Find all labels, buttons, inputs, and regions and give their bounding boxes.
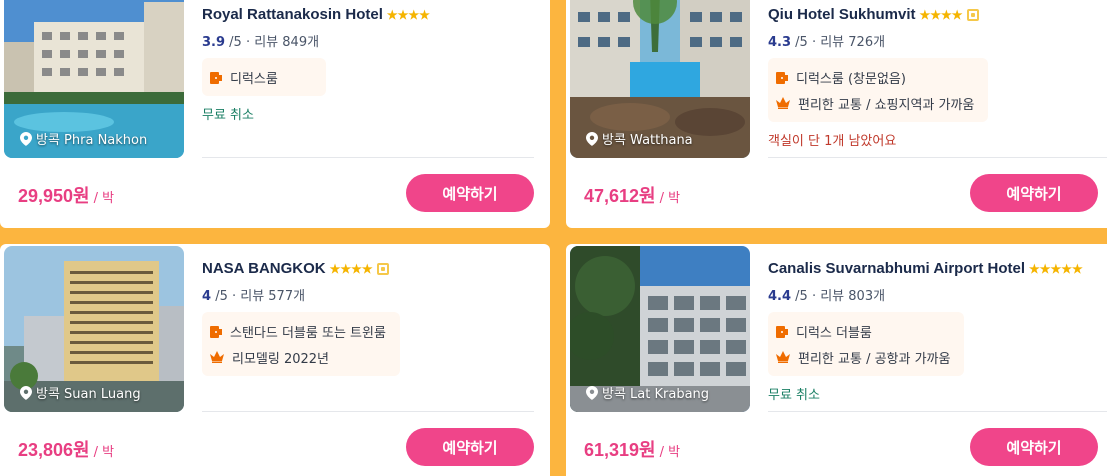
feature-item: 디럭스룸	[210, 64, 278, 90]
book-button[interactable]: 예약하기	[406, 174, 534, 212]
feature-list: 디럭스룸	[202, 58, 326, 96]
hotel-card-royal-rattanakosin[interactable]: 방콕 Phra Nakhon Royal Rattanakosin Hotel …	[0, 0, 550, 228]
feature-text: 디럭스룸 (창문없음)	[796, 71, 906, 87]
feature-item: 편리한 교통 / 쇼핑지역과 가까움	[776, 90, 974, 116]
certified-badge-icon	[376, 262, 389, 275]
feature-text: 디럭스 더블룸	[796, 325, 872, 341]
star-rating-icon: ★★★★	[919, 7, 963, 22]
review-rating: 4.3 /5 · 리뷰 726개	[768, 31, 988, 50]
hotel-card-qiu-hotel[interactable]: 방콕 Watthana Qiu Hotel Sukhumvit ★★★★ 4.3…	[566, 0, 1107, 228]
location-text: 방콕 Lat Krabang	[602, 387, 710, 402]
crown-icon	[776, 97, 790, 109]
review-score: 4.3	[768, 35, 792, 50]
price-amount: 47,612원	[584, 186, 656, 206]
price: 23,806원 / 박	[18, 436, 114, 462]
location-text: 방콕 Watthana	[602, 133, 693, 148]
location-pin-icon	[20, 385, 32, 400]
location-pin-icon	[586, 385, 598, 400]
feature-item: 디럭스룸 (창문없음)	[776, 64, 974, 90]
divider	[768, 157, 1107, 158]
bed-icon	[776, 72, 788, 84]
star-rating-icon: ★★★★★	[1029, 261, 1083, 276]
feature-item: 스탠다드 더블룸 또는 트윈룸	[210, 318, 386, 344]
crown-icon	[210, 351, 224, 363]
review-rating: 3.9 /5 · 리뷰 849개	[202, 31, 430, 50]
location-label: 방콕 Watthana	[586, 129, 693, 148]
price-unit: / 박	[93, 445, 115, 460]
hotel-photo[interactable]: 방콕 Lat Krabang	[570, 246, 750, 412]
review-score: 4	[202, 289, 212, 304]
divider	[202, 411, 534, 412]
availability-note: 객실이 단 1개 남았어요	[768, 134, 897, 149]
crown-icon	[776, 351, 790, 363]
hotel-photo[interactable]: 방콕 Watthana	[570, 0, 750, 158]
feature-text: 스탠다드 더블룸 또는 트윈룸	[230, 325, 386, 341]
feature-text: 편리한 교통 / 쇼핑지역과 가까움	[798, 97, 975, 113]
certified-badge-icon	[966, 8, 979, 21]
star-rating-icon: ★★★★	[386, 7, 430, 22]
location-label: 방콕 Lat Krabang	[586, 383, 709, 402]
review-count: /5 · 리뷰 849개	[229, 35, 320, 50]
feature-list: 스탠다드 더블룸 또는 트윈룸 리모델링 2022년	[202, 312, 400, 376]
hotel-card-nasa-bangkok[interactable]: 방콕 Suan Luang NASA BANGKOK ★★★★ 4 /5 · 리…	[0, 244, 550, 476]
book-button[interactable]: 예약하기	[970, 428, 1098, 466]
feature-item: 편리한 교통 / 공항과 가까움	[776, 344, 950, 370]
feature-list: 디럭스 더블룸 편리한 교통 / 공항과 가까움	[768, 312, 965, 376]
divider	[768, 411, 1107, 412]
free-cancel-note: 무료 취소	[202, 108, 254, 123]
feature-list: 디럭스룸 (창문없음) 편리한 교통 / 쇼핑지역과 가까움	[768, 58, 989, 122]
price: 61,319원 / 박	[584, 436, 680, 462]
hotel-photo[interactable]: 방콕 Phra Nakhon	[4, 0, 184, 158]
hotel-photo[interactable]: 방콕 Suan Luang	[4, 246, 184, 412]
review-rating: 4 /5 · 리뷰 577개	[202, 285, 400, 304]
price-amount: 23,806원	[18, 440, 90, 460]
location-text: 방콕 Phra Nakhon	[36, 133, 148, 148]
review-count: /5 · 리뷰 577개	[215, 289, 306, 304]
hotel-name[interactable]: Canalis Suvarnabhumi Airport Hotel	[768, 260, 1025, 277]
review-count: /5 · 리뷰 726개	[795, 35, 886, 50]
price-unit: / 박	[93, 191, 115, 206]
hotel-name[interactable]: NASA BANGKOK	[202, 260, 326, 277]
location-text: 방콕 Suan Luang	[36, 387, 141, 402]
price-amount: 29,950원	[18, 186, 90, 206]
price: 29,950원 / 박	[18, 182, 114, 208]
review-score: 4.4	[768, 289, 792, 304]
price: 47,612원 / 박	[584, 182, 680, 208]
review-score: 3.9	[202, 35, 226, 50]
book-button[interactable]: 예약하기	[970, 174, 1098, 212]
location-label: 방콕 Phra Nakhon	[20, 129, 147, 148]
bed-icon	[776, 326, 788, 338]
star-rating-icon: ★★★★	[329, 261, 373, 276]
free-cancel-note: 무료 취소	[768, 388, 820, 403]
review-count: /5 · 리뷰 803개	[795, 289, 886, 304]
price-unit: / 박	[659, 445, 681, 460]
feature-text: 편리한 교통 / 공항과 가까움	[798, 351, 951, 367]
hotel-card-canalis-suvarnabhumi[interactable]: 방콕 Lat Krabang Canalis Suvarnabhumi Airp…	[566, 244, 1107, 476]
feature-text: 리모델링 2022년	[232, 351, 330, 367]
location-label: 방콕 Suan Luang	[20, 383, 141, 402]
book-button[interactable]: 예약하기	[406, 428, 534, 466]
review-rating: 4.4 /5 · 리뷰 803개	[768, 285, 1083, 304]
feature-item: 리모델링 2022년	[210, 344, 386, 370]
feature-item: 디럭스 더블룸	[776, 318, 950, 344]
divider	[202, 157, 534, 158]
hotel-name[interactable]: Qiu Hotel Sukhumvit	[768, 6, 916, 23]
location-pin-icon	[20, 131, 32, 146]
bed-icon	[210, 326, 222, 338]
feature-text: 디럭스룸	[230, 71, 278, 87]
bed-icon	[210, 72, 222, 84]
price-unit: / 박	[659, 191, 681, 206]
location-pin-icon	[586, 131, 598, 146]
price-amount: 61,319원	[584, 440, 656, 460]
hotel-name[interactable]: Royal Rattanakosin Hotel	[202, 6, 383, 23]
